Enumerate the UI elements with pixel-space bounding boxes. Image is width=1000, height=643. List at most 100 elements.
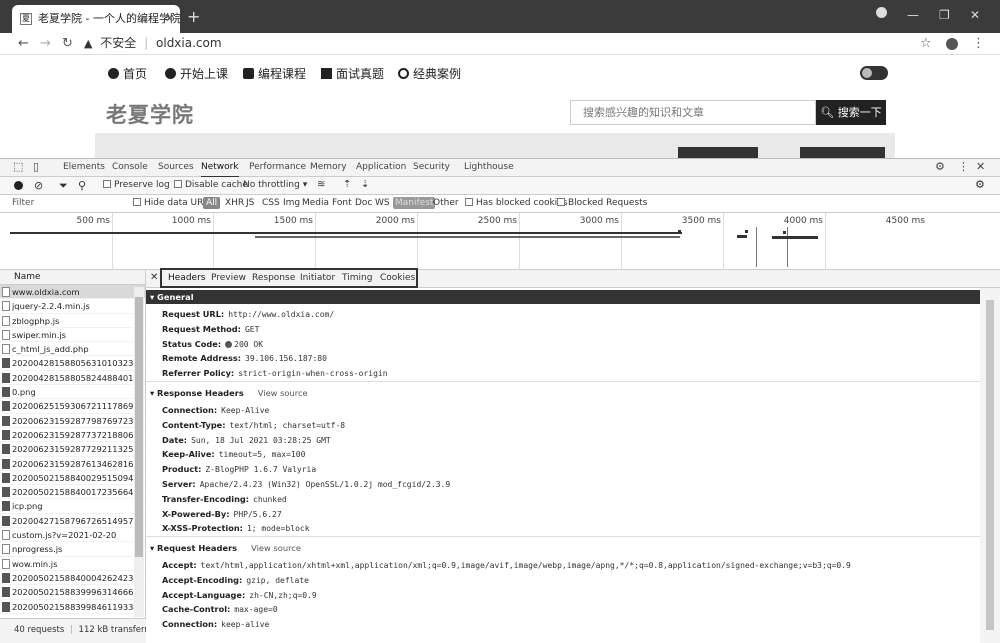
search-icon[interactable]: ⚲ — [78, 179, 86, 192]
request-row[interactable]: 20200625159306721117869​7. — [0, 399, 145, 414]
preserve-log-checkbox[interactable]: Preserve log — [103, 180, 170, 190]
tab-response[interactable]: Response — [252, 273, 295, 283]
tab-console[interactable]: Console — [112, 162, 148, 172]
general-section-header[interactable]: ▾ General — [146, 290, 980, 304]
request-row[interactable]: 20200502158840004262423​0. — [0, 571, 145, 586]
view-source-link[interactable]: View source — [251, 543, 301, 553]
back-arrow-icon[interactable]: ← — [18, 36, 29, 51]
request-row[interactable]: 20200502158839996314666​9. — [0, 585, 145, 600]
inspect-element-icon[interactable]: ⬚ — [13, 160, 23, 173]
bookmark-star-icon[interactable]: ☆ — [920, 36, 932, 51]
record-icon[interactable] — [14, 181, 23, 190]
site-logo[interactable]: 老夏学院 — [106, 99, 194, 129]
settings-gear-icon[interactable]: ⚙ — [935, 160, 945, 173]
tab-sources[interactable]: Sources — [158, 162, 194, 172]
filter-xhr[interactable]: XHR — [225, 198, 244, 208]
clear-icon[interactable]: ⊘ — [34, 179, 43, 192]
url-field[interactable]: ▲ 不安全 | oldxia.com — [84, 33, 222, 53]
filter-other[interactable]: Other — [433, 198, 459, 208]
disable-cache-checkbox[interactable]: Disable cache — [174, 180, 248, 190]
tab-timing[interactable]: Timing — [342, 273, 372, 283]
export-har-icon[interactable]: ⇣ — [361, 179, 369, 190]
theme-toggle[interactable] — [860, 66, 888, 80]
tab-performance[interactable]: Performance — [249, 162, 306, 172]
response-headers-section-header[interactable]: ▾ Response Headers View source — [146, 386, 980, 400]
menu-start-class[interactable]: 开始上课 — [165, 65, 228, 82]
tab-network[interactable]: Network — [201, 162, 239, 178]
reload-icon[interactable]: ↻ — [62, 36, 73, 51]
request-row[interactable]: icp.png — [0, 499, 145, 514]
forward-arrow-icon[interactable]: → — [40, 36, 51, 51]
request-row[interactable]: jquery-2.2.4.min.js — [0, 299, 145, 314]
filter-ws[interactable]: WS — [375, 198, 390, 208]
tab-application[interactable]: Application — [356, 162, 406, 172]
request-row[interactable]: 20200623159287737218806​8. — [0, 428, 145, 443]
request-row[interactable]: wow.min.js — [0, 557, 145, 571]
new-tab-button[interactable]: + — [187, 7, 200, 26]
menu-courses[interactable]: 编程课程 — [243, 65, 306, 82]
detail-scrollbar[interactable] — [980, 288, 1000, 643]
close-window-button[interactable]: ✕ — [970, 8, 980, 22]
throttling-select[interactable]: No throttling ▾ — [243, 180, 307, 190]
tab-memory[interactable]: Memory — [310, 162, 347, 172]
device-toolbar-icon[interactable]: ▯ — [33, 160, 39, 173]
tab-lighthouse[interactable]: Lighthouse — [464, 162, 514, 172]
request-row[interactable]: 20200502158839984611933​4. — [0, 600, 145, 614]
name-column-header[interactable]: Name — [0, 270, 145, 285]
banner-image[interactable] — [678, 147, 758, 158]
request-row[interactable]: 20200623159287798769723​7. — [0, 414, 145, 428]
browser-tab[interactable]: 夏 老夏学院 - 一个人的编程学院, ✕ — [12, 5, 180, 33]
import-har-icon[interactable]: ⇡ — [343, 179, 351, 190]
request-row[interactable]: nprogress.js — [0, 542, 145, 557]
scrollbar-thumb[interactable] — [135, 297, 143, 557]
request-row[interactable]: www.oldxia.com — [0, 285, 145, 300]
request-row[interactable]: 0.png — [0, 385, 145, 400]
request-list-scrollbar[interactable] — [134, 287, 144, 617]
search-input[interactable]: 搜索感兴趣的知识和文章 — [570, 100, 816, 125]
has-blocked-cookies-checkbox[interactable]: Has blocked cookies — [465, 198, 567, 208]
request-row[interactable]: c_html_js_add.php — [0, 342, 145, 357]
request-row[interactable]: swiper.min.js — [0, 328, 145, 343]
tab-initiator[interactable]: Initiator — [300, 273, 335, 283]
wifi-icon[interactable]: ≋ — [317, 179, 325, 190]
tab-preview[interactable]: Preview — [211, 273, 246, 283]
request-row[interactable]: 20200428158805631010323​2. — [0, 356, 145, 371]
network-overview-timeline[interactable]: 500 ms 1000 ms 1500 ms 2000 ms 2500 ms 3… — [0, 213, 1000, 270]
filter-input[interactable]: Filter — [12, 198, 34, 208]
close-detail-icon[interactable]: ✕ — [150, 272, 158, 283]
menu-interview[interactable]: 面试真题 — [321, 65, 384, 82]
close-devtools-icon[interactable]: ✕ — [976, 160, 985, 173]
filter-img[interactable]: Img — [283, 198, 300, 208]
request-row[interactable]: 20200502158840017235664​6. — [0, 485, 145, 500]
request-row[interactable]: 20200623159287729211325​9. — [0, 442, 145, 457]
tab-elements[interactable]: Elements — [63, 162, 105, 172]
filter-manifest[interactable]: Manifest — [393, 197, 436, 209]
filter-css[interactable]: CSS — [262, 198, 280, 208]
filter-js[interactable]: JS — [246, 198, 254, 208]
view-source-link[interactable]: View source — [258, 388, 308, 398]
menu-home[interactable]: 首页 — [108, 65, 147, 82]
request-row[interactable]: 20200623159287613462816​2. — [0, 457, 145, 471]
filter-media[interactable]: Media — [302, 198, 329, 208]
request-row[interactable]: 20200502158840029515094​9. — [0, 471, 145, 486]
tab-security[interactable]: Security — [413, 162, 450, 172]
more-vert-icon[interactable]: ⋮ — [972, 36, 985, 51]
profile-indicator-icon[interactable] — [876, 7, 887, 18]
tab-close-icon[interactable]: ✕ — [165, 5, 174, 33]
filter-font[interactable]: Font — [332, 198, 352, 208]
search-button[interactable]: 🔍︎ 搜索一下 — [816, 100, 886, 125]
more-vert-icon[interactable]: ⋮ — [958, 160, 969, 173]
scrollbar-thumb[interactable] — [986, 300, 994, 630]
hide-data-urls-checkbox[interactable]: Hide data URLs — [133, 198, 213, 208]
tab-cookies[interactable]: Cookies — [380, 273, 415, 283]
filter-doc[interactable]: Doc — [355, 198, 372, 208]
filter-all[interactable]: All — [203, 197, 221, 209]
request-row[interactable]: 20200427158796726514957​9. — [0, 514, 145, 529]
tab-headers[interactable]: Headers — [168, 273, 205, 283]
filter-funnel-icon[interactable]: ⏷ — [59, 179, 68, 193]
blocked-requests-checkbox[interactable]: Blocked Requests — [557, 198, 647, 208]
request-row[interactable]: custom.js?v=2021-02-20 — [0, 528, 145, 543]
menu-cases[interactable]: 经典案例 — [398, 65, 461, 82]
request-row[interactable]: zblogphp.js — [0, 314, 145, 328]
request-row[interactable]: 20200428158805824488401​5. — [0, 371, 145, 386]
